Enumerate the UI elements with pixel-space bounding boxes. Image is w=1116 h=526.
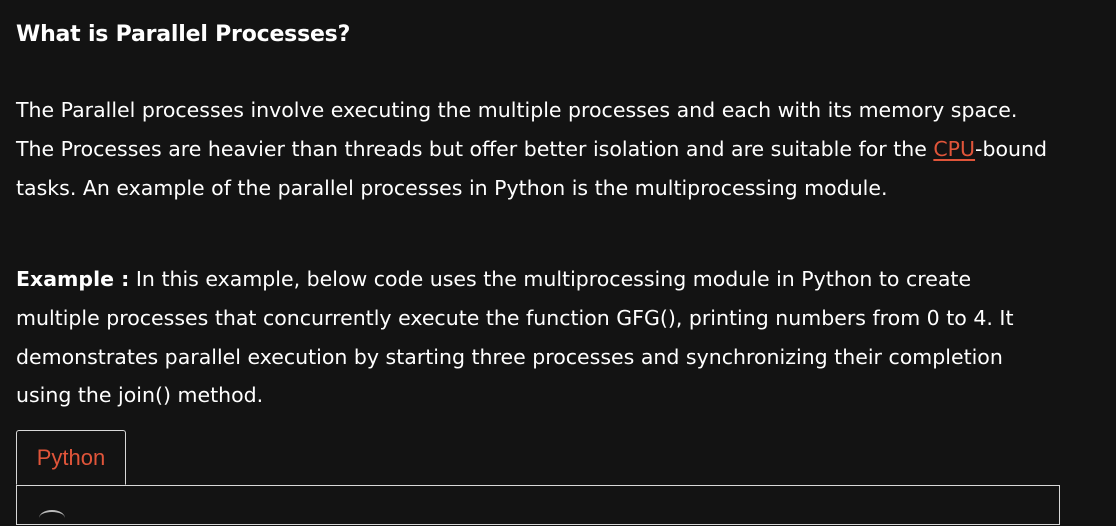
section-heading: What is Parallel Processes? [16,22,351,47]
example-label: Example : [16,267,130,291]
code-block [16,485,1060,525]
code-content-partial [39,510,65,526]
cpu-link[interactable]: CPU [933,137,975,161]
description-paragraph: The Parallel processes involve executing… [16,91,1056,207]
example-text: In this example, below code uses the mul… [16,267,1014,408]
paragraph-text-before-link: The Parallel processes involve executing… [16,98,1018,161]
code-tabs: Python [16,430,1060,525]
example-paragraph: Example : In this example, below code us… [16,260,1056,415]
tab-python[interactable]: Python [16,430,126,485]
tab-python-label: Python [36,444,106,470]
